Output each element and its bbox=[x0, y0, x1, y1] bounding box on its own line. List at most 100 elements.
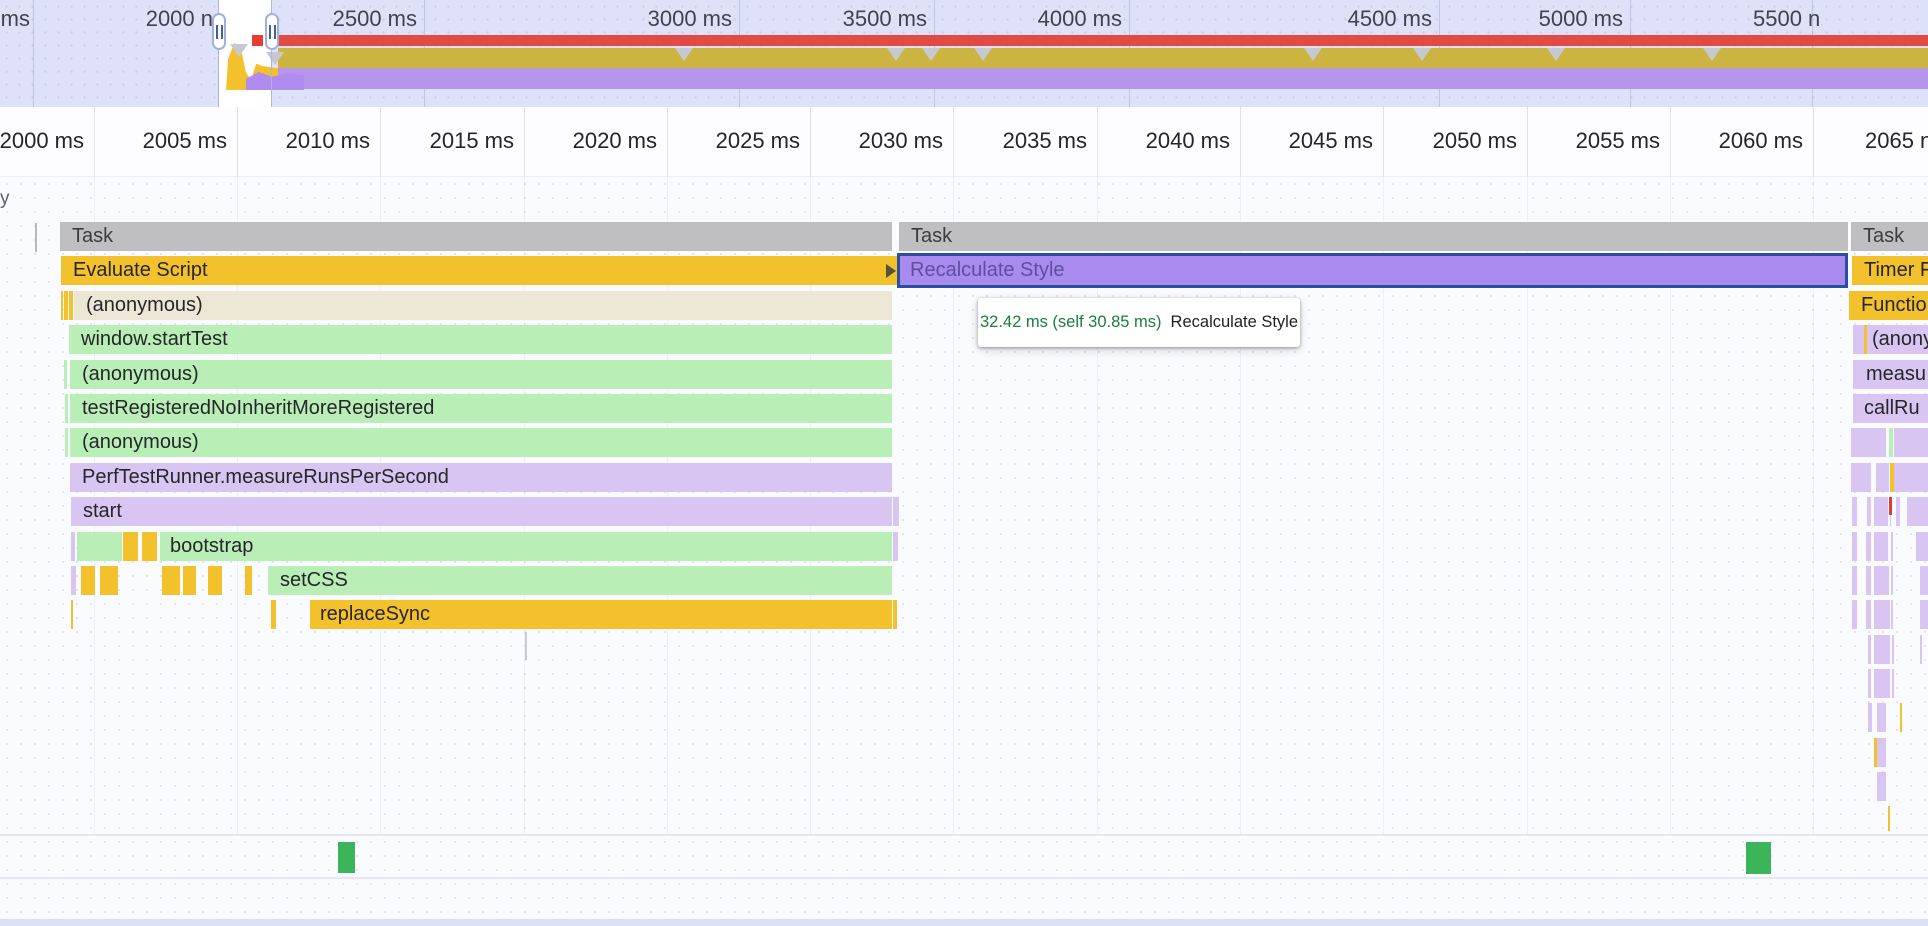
flame-bar[interactable] bbox=[1874, 635, 1890, 664]
task-group-header[interactable]: Task bbox=[60, 222, 892, 251]
flame-bar[interactable] bbox=[1889, 497, 1892, 515]
flame-bar[interactable] bbox=[65, 428, 68, 457]
flame-bar[interactable] bbox=[1874, 532, 1888, 561]
flame-bar[interactable]: start bbox=[71, 497, 892, 526]
flame-bar[interactable] bbox=[1852, 600, 1857, 629]
flame-bar[interactable] bbox=[893, 532, 898, 561]
flame-bar[interactable] bbox=[1891, 566, 1893, 595]
flame-bar[interactable] bbox=[1874, 669, 1890, 698]
flame-bar[interactable] bbox=[142, 532, 157, 561]
flame-bar[interactable] bbox=[1866, 532, 1871, 561]
right-window-handle[interactable] bbox=[265, 13, 279, 50]
flame-bar[interactable]: Timer F bbox=[1852, 256, 1928, 285]
flame-bar[interactable] bbox=[71, 566, 76, 595]
flame-bar[interactable] bbox=[1894, 428, 1928, 457]
flame-bar[interactable]: callRu bbox=[1853, 394, 1928, 423]
flame-bar[interactable] bbox=[1868, 635, 1871, 664]
overview-long-task-bar bbox=[278, 35, 1928, 46]
task-group-header[interactable]: Task bbox=[899, 222, 1848, 251]
flame-bar[interactable] bbox=[271, 600, 276, 629]
flame-bar[interactable] bbox=[1852, 566, 1857, 595]
flame-bar[interactable] bbox=[1874, 566, 1889, 595]
task-group-header[interactable]: Task bbox=[1851, 222, 1928, 251]
flame-bar[interactable] bbox=[1920, 566, 1928, 595]
flame-bar[interactable] bbox=[1892, 635, 1894, 664]
flame-bar[interactable] bbox=[71, 291, 73, 320]
flame-bar[interactable] bbox=[71, 600, 73, 629]
flame-bar[interactable] bbox=[162, 566, 180, 595]
overview-cpu-scripting-band bbox=[278, 48, 1928, 68]
flame-bar[interactable] bbox=[1891, 600, 1893, 629]
flame-bar[interactable] bbox=[81, 566, 95, 595]
flame-bar[interactable] bbox=[1868, 669, 1871, 698]
flame-bar[interactable]: testRegisteredNoInheritMoreRegistered bbox=[70, 394, 892, 423]
ruler-tick-label: 2050 ms bbox=[1433, 128, 1517, 154]
flame-bar[interactable] bbox=[893, 600, 897, 629]
flame-bar[interactable] bbox=[1852, 497, 1857, 526]
flame-bar[interactable] bbox=[65, 394, 68, 423]
flame-bar[interactable] bbox=[1889, 428, 1893, 457]
flame-bar[interactable]: bootstrap bbox=[160, 532, 892, 561]
overview-time-label: 5000 ms bbox=[1539, 6, 1623, 32]
flame-bar[interactable] bbox=[1851, 463, 1871, 492]
gc-event-block[interactable] bbox=[1746, 842, 1771, 874]
flame-bar[interactable]: (anonymous) bbox=[70, 360, 892, 389]
flame-bar[interactable] bbox=[77, 532, 122, 561]
flame-bar[interactable]: window.startTest bbox=[69, 325, 892, 354]
flame-bar[interactable] bbox=[71, 532, 75, 561]
flame-bar[interactable]: replaceSync bbox=[310, 600, 892, 629]
flame-bar[interactable] bbox=[64, 360, 67, 389]
flame-bar[interactable] bbox=[183, 566, 196, 595]
flame-bar[interactable]: Evaluate Script bbox=[61, 256, 899, 285]
flame-bar[interactable] bbox=[1920, 635, 1922, 664]
flame-bar-label: (anonymous) bbox=[70, 363, 199, 385]
flame-bar[interactable] bbox=[1907, 497, 1928, 526]
flame-bar[interactable] bbox=[1888, 806, 1891, 831]
flame-bar[interactable] bbox=[1877, 772, 1886, 801]
flame-bar-label: (anonymous) bbox=[70, 431, 199, 453]
track-label-fragment: y bbox=[0, 188, 10, 210]
flame-bar[interactable] bbox=[1892, 669, 1894, 698]
collapsed-children-arrow-icon[interactable] bbox=[886, 264, 896, 278]
detail-time-ruler[interactable]: 2000 ms2005 ms2010 ms2015 ms2020 ms2025 … bbox=[0, 107, 1928, 177]
flame-bar[interactable] bbox=[1867, 497, 1871, 526]
flame-bar[interactable] bbox=[1874, 600, 1890, 629]
flame-bar[interactable] bbox=[1868, 703, 1872, 732]
flame-bar[interactable] bbox=[1920, 600, 1928, 629]
cpu-dip-notch-icon bbox=[675, 48, 693, 61]
flame-bar[interactable] bbox=[1866, 600, 1871, 629]
flame-bar[interactable]: PerfTestRunner.measureRunsPerSecond bbox=[70, 463, 892, 492]
flame-bar[interactable]: measu bbox=[1853, 360, 1928, 389]
flame-bar[interactable] bbox=[1896, 497, 1900, 526]
timeline-overview[interactable]: 0 ms2000 n2500 ms3000 ms3500 ms4000 ms45… bbox=[0, 0, 1928, 107]
flame-bar[interactable] bbox=[1852, 532, 1857, 561]
flame-bar[interactable] bbox=[1851, 428, 1886, 457]
flame-bar[interactable] bbox=[245, 566, 252, 595]
left-window-handle[interactable] bbox=[212, 13, 226, 50]
flame-bar[interactable] bbox=[1894, 463, 1928, 492]
flame-bar[interactable] bbox=[1877, 703, 1886, 732]
flame-bar[interactable] bbox=[893, 497, 899, 526]
flame-bar[interactable] bbox=[1874, 497, 1888, 526]
flame-bar[interactable] bbox=[1890, 463, 1894, 492]
flame-bar[interactable] bbox=[1891, 532, 1893, 561]
flame-bar[interactable]: (anonymous) bbox=[74, 291, 892, 320]
flame-bar[interactable] bbox=[1916, 532, 1928, 561]
flame-bar[interactable] bbox=[1877, 738, 1886, 767]
flame-bar[interactable] bbox=[123, 532, 138, 561]
flame-bar[interactable] bbox=[1864, 325, 1867, 354]
flame-bar[interactable] bbox=[208, 566, 222, 595]
flame-bar[interactable] bbox=[100, 566, 118, 595]
overview-time-label: 4500 ms bbox=[1348, 6, 1432, 32]
flame-bar[interactable]: (anonymous) bbox=[70, 428, 892, 457]
flame-bar[interactable]: setCSS bbox=[268, 566, 892, 595]
flame-bar[interactable] bbox=[1900, 703, 1903, 732]
cpu-dip-notch-icon bbox=[1413, 48, 1431, 61]
gc-event-block[interactable] bbox=[338, 842, 355, 873]
flame-bar[interactable] bbox=[1866, 566, 1871, 595]
flame-bar[interactable]: Functio bbox=[1849, 291, 1928, 320]
flame-chart[interactable]: TaskTaskTaskEvaluate Script(anonymous)wi… bbox=[0, 177, 1928, 926]
flame-bar[interactable] bbox=[1890, 515, 1892, 526]
selected-event-recalculate-style[interactable]: Recalculate Style bbox=[897, 253, 1848, 288]
flame-bar[interactable] bbox=[1876, 463, 1889, 492]
